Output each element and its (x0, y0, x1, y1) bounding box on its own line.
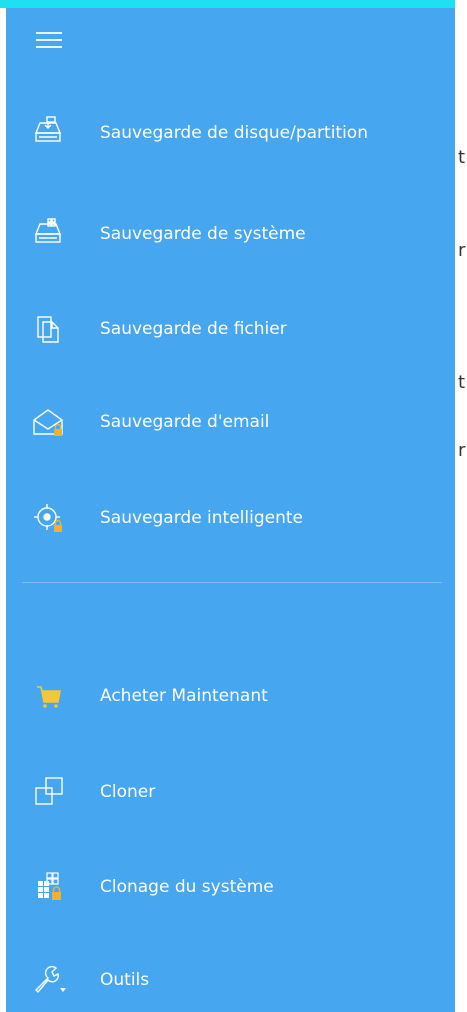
sidebar-item-label: Sauvegarde d'email (100, 412, 270, 432)
sidebar-item-label: Cloner (100, 782, 156, 802)
background-text-fragment: t (458, 147, 466, 168)
email-backup-icon (28, 402, 68, 442)
sidebar-item-smart-backup[interactable]: Sauvegarde intelligente (6, 490, 455, 546)
disk-backup-icon (28, 113, 68, 153)
sidebar-item-label: Sauvegarde de fichier (100, 319, 287, 339)
background-text-fragment: t (458, 372, 466, 393)
background-content: t r t r (455, 0, 467, 1012)
file-backup-icon (28, 309, 68, 349)
sidebar-item-disk-partition-backup[interactable]: Sauvegarde de disque/partition (6, 105, 455, 161)
sidebar-item-buy-now[interactable]: Acheter Maintenant (6, 668, 455, 724)
window-top-strip (0, 0, 467, 8)
sidebar-item-email-backup[interactable]: Sauvegarde d'email (6, 394, 455, 450)
sidebar-item-clone[interactable]: Cloner (6, 764, 455, 820)
hamburger-menu-button[interactable] (36, 24, 76, 54)
sidebar-item-system-backup[interactable]: Sauvegarde de système (6, 206, 455, 262)
clone-icon (28, 772, 68, 812)
sidebar-item-label: Clonage du système (100, 877, 274, 897)
smart-backup-icon (28, 498, 68, 538)
sidebar-item-system-clone[interactable]: Clonage du système (6, 859, 455, 915)
system-backup-icon (28, 214, 68, 254)
background-text-fragment: r (458, 440, 466, 461)
sidebar-item-label: Sauvegarde de disque/partition (100, 123, 368, 143)
wrench-icon (28, 960, 68, 1000)
sidebar-item-label: Outils (100, 970, 150, 990)
system-clone-icon (28, 867, 68, 907)
sidebar-item-file-backup[interactable]: Sauvegarde de fichier (6, 301, 455, 357)
sidebar-item-tools[interactable]: Outils (6, 952, 455, 1008)
sidebar: Sauvegarde de disque/partition Sauvegard… (6, 8, 455, 1012)
sidebar-divider (22, 582, 442, 583)
sidebar-item-label: Acheter Maintenant (100, 686, 268, 706)
sidebar-item-label: Sauvegarde de système (100, 224, 306, 244)
sidebar-item-label: Sauvegarde intelligente (100, 508, 303, 528)
cart-icon (28, 676, 68, 716)
hamburger-icon (36, 32, 62, 34)
background-text-fragment: r (458, 240, 466, 261)
